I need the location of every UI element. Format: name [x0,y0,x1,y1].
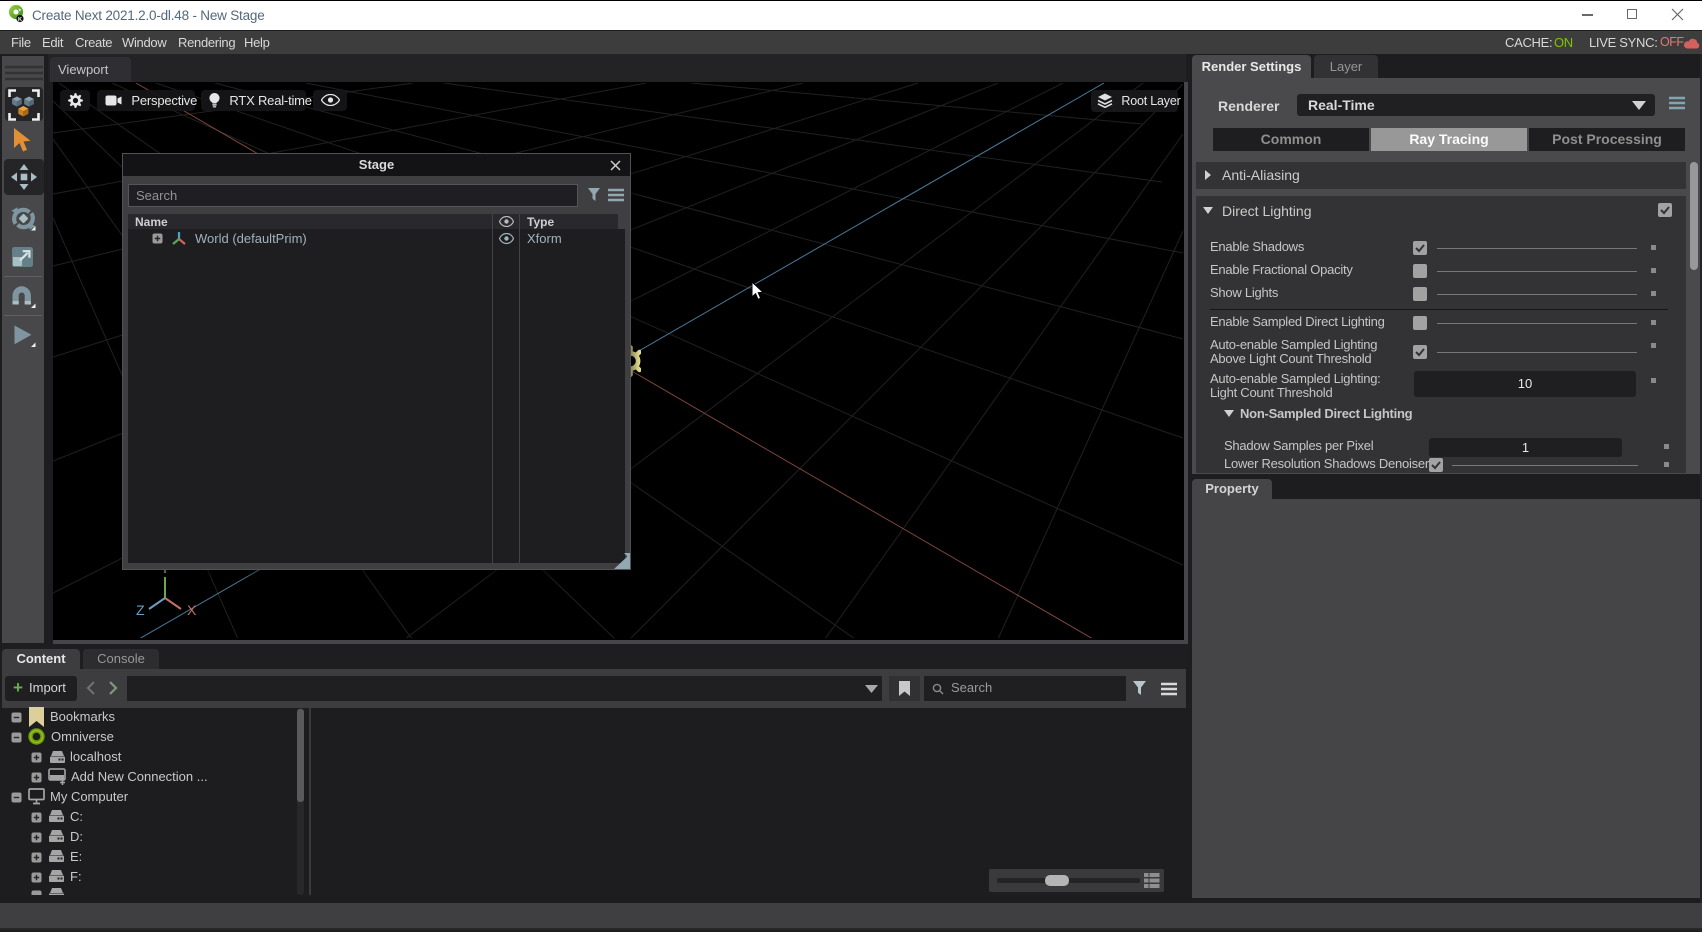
svg-text:K: K [18,17,22,23]
svg-text:Z: Z [136,602,145,618]
svg-text:X: X [187,602,197,618]
